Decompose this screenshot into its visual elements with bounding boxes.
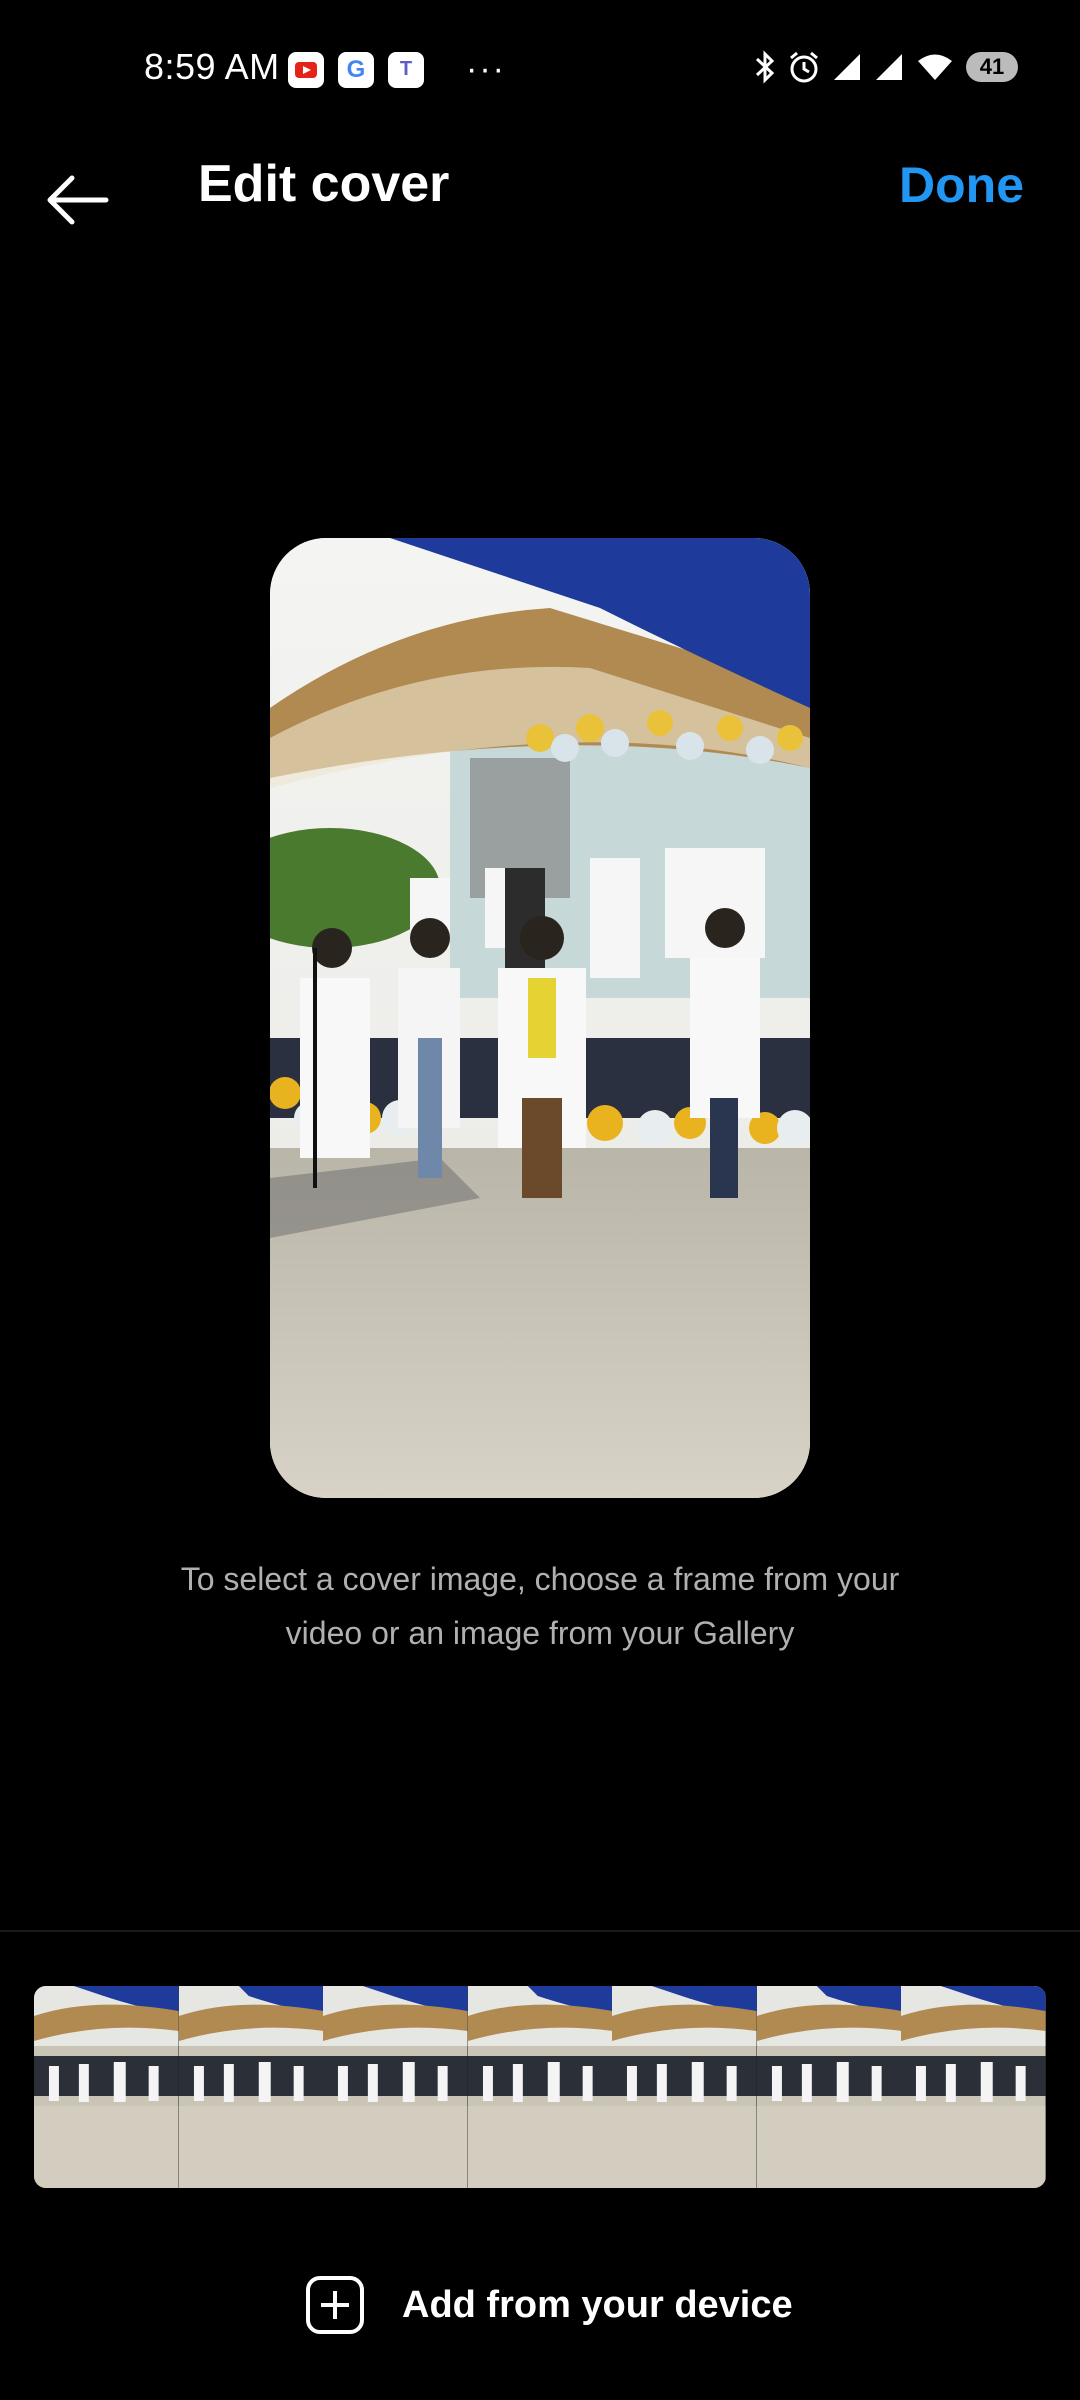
cover-preview-image bbox=[270, 538, 810, 1498]
battery-indicator: 41 bbox=[966, 52, 1018, 82]
done-button[interactable]: Done bbox=[899, 156, 1024, 214]
signal-icon bbox=[834, 54, 860, 80]
teams-icon: T bbox=[388, 51, 424, 88]
filmstrip-frame[interactable] bbox=[756, 1986, 902, 2188]
wifi-icon bbox=[918, 54, 952, 80]
add-from-device-label: Add from your device bbox=[402, 2283, 793, 2326]
page-title: Edit cover bbox=[198, 155, 450, 213]
more-notifications-icon: ··· bbox=[466, 50, 506, 88]
filmstrip-frame[interactable] bbox=[323, 1986, 468, 2188]
signal-icon bbox=[876, 54, 902, 80]
system-icons: 41 bbox=[754, 50, 1018, 84]
filmstrip-frame[interactable] bbox=[34, 1986, 179, 2188]
status-bar: 8:59 AM G T ··· 41 bbox=[0, 0, 1080, 140]
hint-line-1: To select a cover image, choose a frame … bbox=[180, 1561, 900, 1597]
bluetooth-icon bbox=[755, 50, 775, 84]
top-app-bar: Edit cover Done bbox=[0, 140, 1080, 260]
hint-line-2: video or an image from your Gallery bbox=[285, 1615, 795, 1651]
cover-hint-text: To select a cover image, choose a frame … bbox=[100, 1552, 980, 1660]
add-box-icon bbox=[306, 2276, 364, 2334]
filmstrip-frame[interactable] bbox=[612, 1986, 757, 2188]
back-arrow-icon[interactable] bbox=[42, 170, 112, 230]
notification-icons: G T ··· bbox=[288, 50, 506, 89]
google-icon: G bbox=[338, 51, 374, 88]
filmstrip-frame[interactable] bbox=[178, 1986, 324, 2188]
add-from-device-button[interactable]: Add from your device bbox=[306, 2270, 793, 2340]
alarm-icon bbox=[790, 51, 818, 83]
divider bbox=[0, 1930, 1080, 1932]
video-frame-filmstrip[interactable] bbox=[34, 1986, 1046, 2188]
filmstrip-frame[interactable] bbox=[467, 1986, 613, 2188]
youtube-icon bbox=[288, 51, 324, 88]
filmstrip-frame[interactable] bbox=[901, 1986, 1046, 2188]
status-time: 8:59 AM bbox=[144, 46, 280, 87]
